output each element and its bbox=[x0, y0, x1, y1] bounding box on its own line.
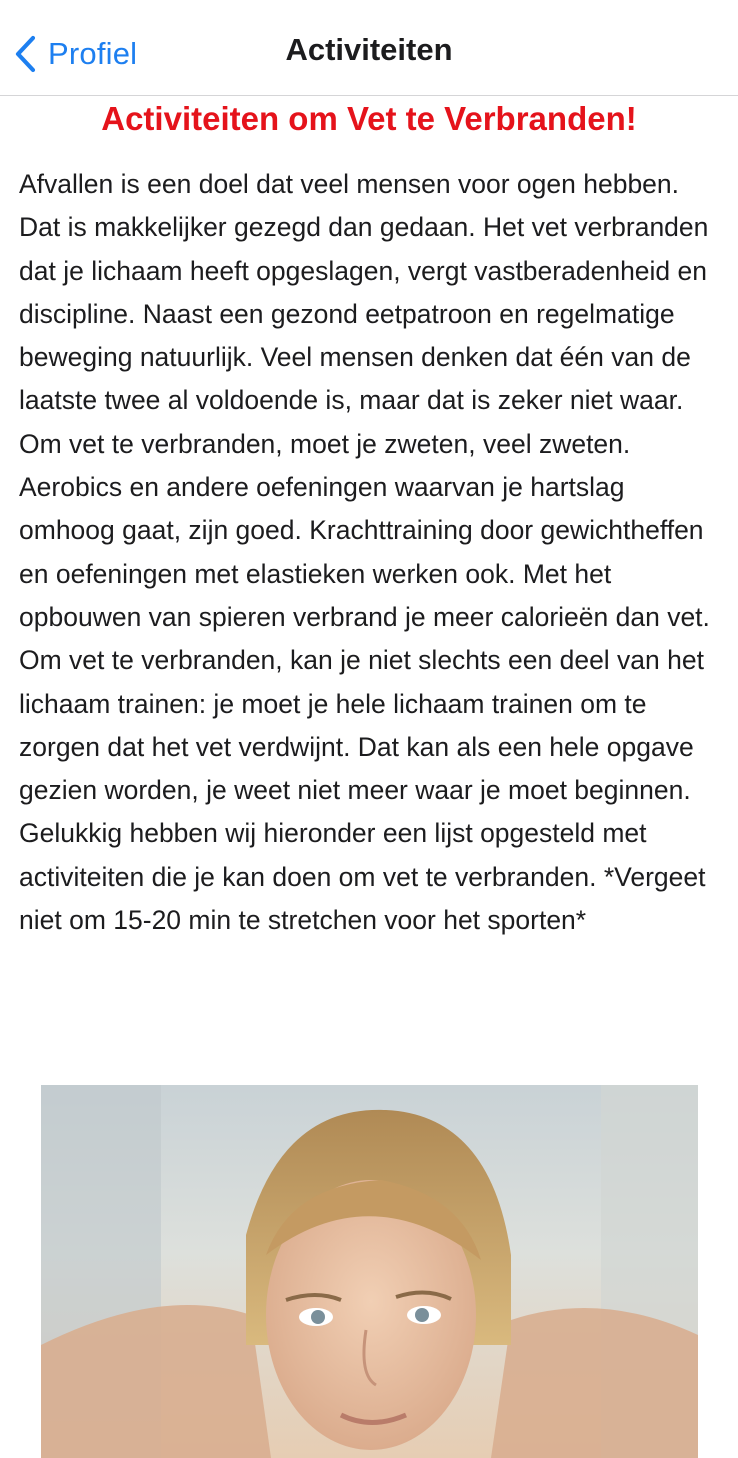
photo-illustration bbox=[41, 1085, 698, 1458]
article-heading: Activiteiten om Vet te Verbranden! bbox=[101, 100, 637, 137]
navigation-bar: Profiel Activiteiten bbox=[0, 0, 738, 96]
article-body: Afvallen is een doel dat veel mensen voo… bbox=[19, 169, 710, 936]
woman-exercising-photo bbox=[41, 1085, 698, 1458]
page-title: Activiteiten bbox=[285, 32, 453, 67]
